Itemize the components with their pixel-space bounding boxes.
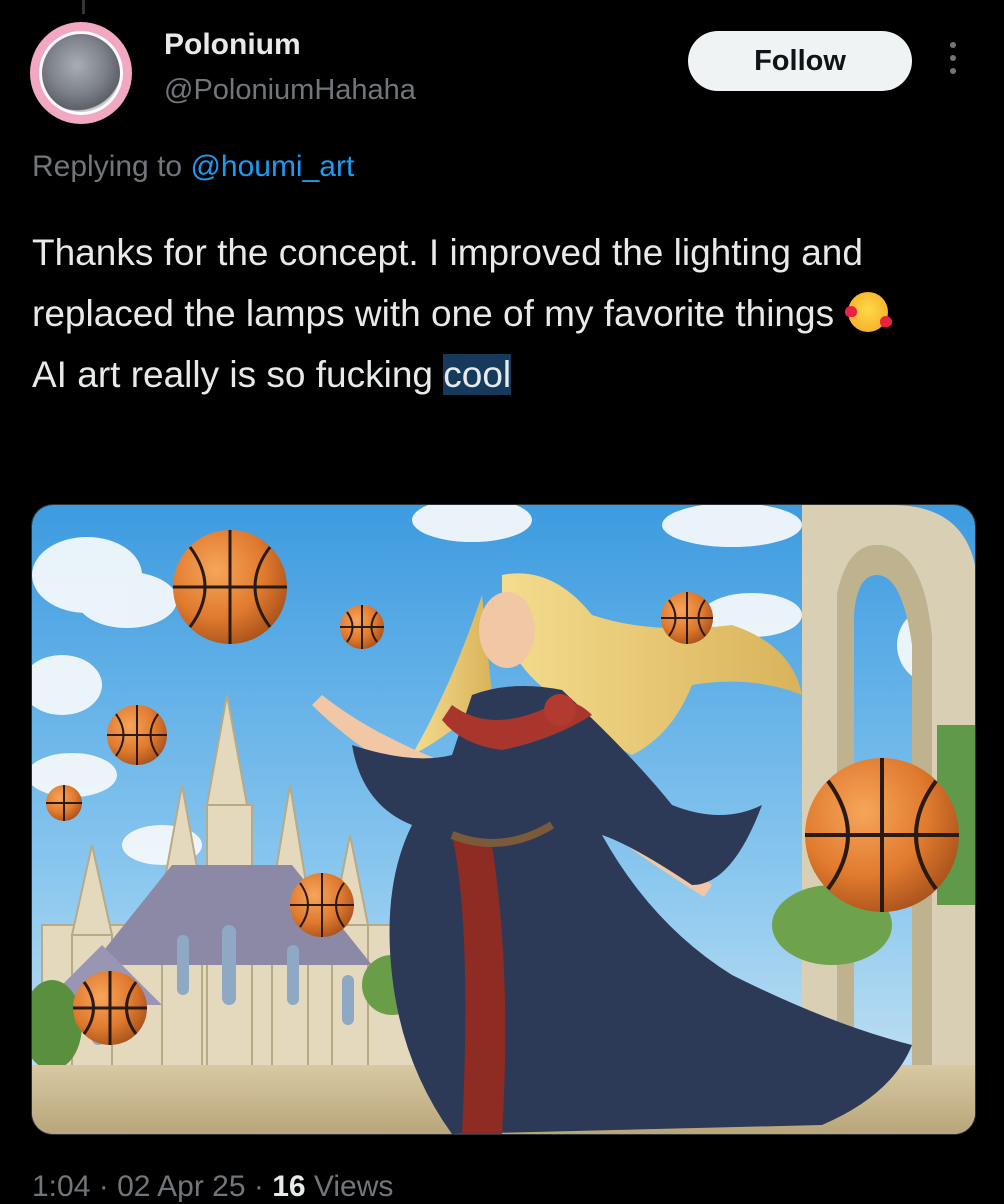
tweet-time[interactable]: 1:04 (32, 1170, 90, 1203)
tweet-text-part2: AI art really is so fucking (32, 354, 433, 395)
replying-prefix: Replying to (32, 150, 183, 183)
thread-connector-line (82, 0, 85, 14)
tweet-text-part1: Thanks for the concept. I improved the l… (32, 232, 863, 334)
tweet-metadata: 1:04 · 02 Apr 25 · 16 Views (32, 1170, 393, 1204)
tweet-date[interactable]: 02 Apr 25 (117, 1170, 245, 1203)
views-count: 16 (272, 1170, 306, 1203)
user-handle[interactable]: @PoloniumHahaha (164, 74, 416, 107)
meta-separator-2: · (253, 1170, 264, 1203)
more-options-icon[interactable] (943, 42, 963, 82)
avatar-image (39, 31, 123, 115)
tweet-text: Thanks for the concept. I improved the l… (32, 222, 932, 405)
follow-button[interactable]: Follow (688, 31, 912, 91)
meta-separator: · (98, 1170, 109, 1203)
display-name[interactable]: Polonium (164, 28, 301, 62)
replying-to: Replying to @houmi_art (32, 150, 354, 184)
tweet-media-image[interactable] (31, 504, 976, 1135)
smiling-face-with-hearts-icon (845, 292, 893, 332)
reply-mention-link[interactable]: @houmi_art (190, 150, 354, 183)
highlighted-text: cool (443, 354, 512, 395)
ai-artwork-illustration (32, 505, 975, 1134)
views-label: Views (313, 1170, 394, 1203)
avatar[interactable] (30, 22, 132, 124)
